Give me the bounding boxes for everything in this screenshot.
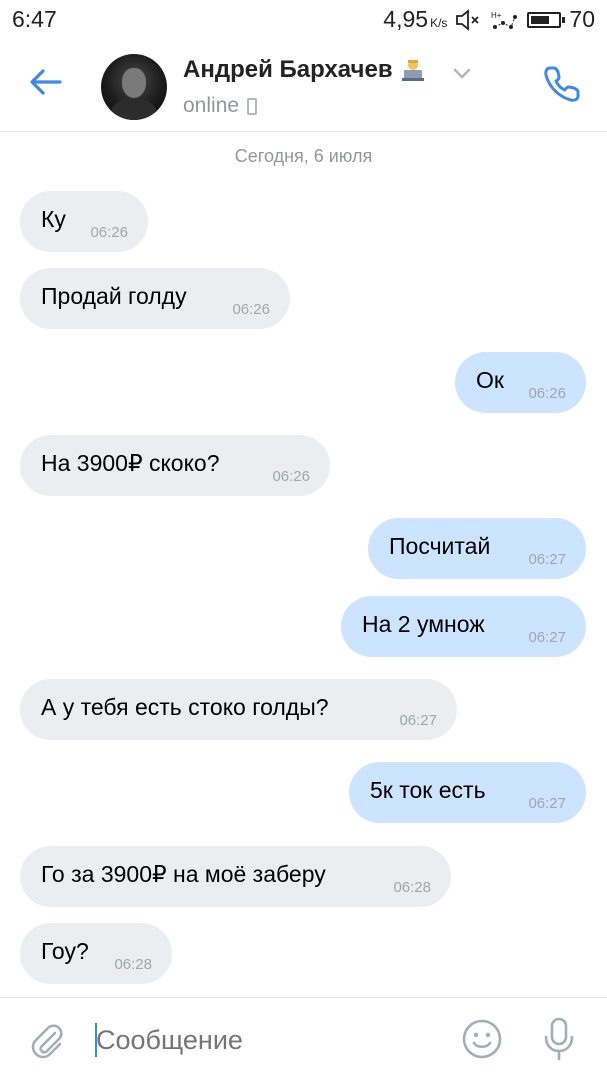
chat-header: Андрей Бархачев online bbox=[0, 38, 607, 132]
phone-call-icon[interactable] bbox=[540, 62, 584, 106]
message-time: 06:27 bbox=[528, 551, 566, 568]
incoming-message[interactable]: Продай голду 06:26 bbox=[20, 268, 290, 329]
status-indicators: 4,95 K/s H+ 70 bbox=[383, 6, 595, 33]
network-speed-unit: K/s bbox=[430, 16, 448, 30]
incoming-message[interactable]: Гоу? 06:28 bbox=[20, 923, 172, 984]
message-text: Гоу? bbox=[41, 938, 89, 964]
message-text: Ку bbox=[41, 206, 66, 232]
avatar[interactable] bbox=[101, 54, 167, 120]
message-time: 06:27 bbox=[528, 795, 566, 812]
message-time: 06:27 bbox=[399, 712, 437, 729]
date-separator: Сегодня, 6 июля bbox=[234, 146, 373, 166]
status-time: 6:47 bbox=[12, 6, 57, 32]
chevron-down-icon[interactable] bbox=[453, 68, 471, 80]
message-time: 06:28 bbox=[393, 879, 431, 896]
paperclip-icon[interactable] bbox=[28, 1020, 66, 1060]
message-text: 5к ток есть bbox=[370, 777, 486, 803]
message-composer bbox=[0, 997, 607, 1080]
microphone-icon[interactable] bbox=[542, 1016, 576, 1062]
message-text: Ок bbox=[476, 367, 504, 393]
mobile-device-icon bbox=[247, 97, 258, 115]
message-text: Продай голду bbox=[41, 283, 187, 309]
mute-icon bbox=[456, 8, 480, 31]
svg-text:H+: H+ bbox=[491, 11, 502, 20]
message-time: 06:26 bbox=[528, 385, 566, 402]
network-signal-icon: H+ bbox=[491, 11, 518, 29]
message-text: А у тебя есть стоко голды? bbox=[41, 694, 329, 720]
back-arrow-icon[interactable] bbox=[26, 62, 66, 102]
battery-icon bbox=[527, 11, 566, 28]
outgoing-message[interactable]: На 2 умнож 06:27 bbox=[341, 596, 586, 657]
emoji-smile-icon[interactable] bbox=[461, 1018, 503, 1060]
status-bar: 6:47 4,95 K/s H+ 70 bbox=[0, 0, 607, 38]
message-input[interactable] bbox=[96, 1024, 426, 1056]
incoming-message[interactable]: А у тебя есть стоко голды? 06:27 bbox=[20, 679, 457, 740]
contact-status: online bbox=[183, 94, 258, 118]
outgoing-message[interactable]: Ок 06:26 bbox=[455, 352, 586, 413]
contact-name[interactable]: Андрей Бархачев bbox=[183, 56, 425, 84]
battery-percent: 70 bbox=[569, 6, 595, 32]
incoming-message[interactable]: Го за 3900₽ на моё заберу 06:28 bbox=[20, 846, 451, 907]
message-time: 06:26 bbox=[272, 468, 310, 485]
message-text: Го за 3900₽ на моё заберу bbox=[41, 861, 326, 887]
message-time: 06:28 bbox=[114, 956, 152, 973]
message-text: На 2 умнож bbox=[362, 611, 485, 637]
outgoing-message[interactable]: Посчитай 06:27 bbox=[368, 518, 586, 579]
message-time: 06:26 bbox=[232, 301, 270, 318]
message-time: 06:27 bbox=[528, 629, 566, 646]
network-speed: 4,95 K/s bbox=[383, 6, 448, 32]
outgoing-message[interactable]: 5к ток есть 06:27 bbox=[349, 762, 586, 823]
incoming-message[interactable]: Ку 06:26 bbox=[20, 191, 148, 252]
laptop-person-icon bbox=[401, 60, 424, 81]
message-text: Посчитай bbox=[389, 533, 491, 559]
message-text: На 3900₽ скоко? bbox=[41, 450, 220, 476]
incoming-message[interactable]: На 3900₽ скоко? 06:26 bbox=[20, 435, 330, 496]
message-time: 06:26 bbox=[90, 224, 128, 241]
